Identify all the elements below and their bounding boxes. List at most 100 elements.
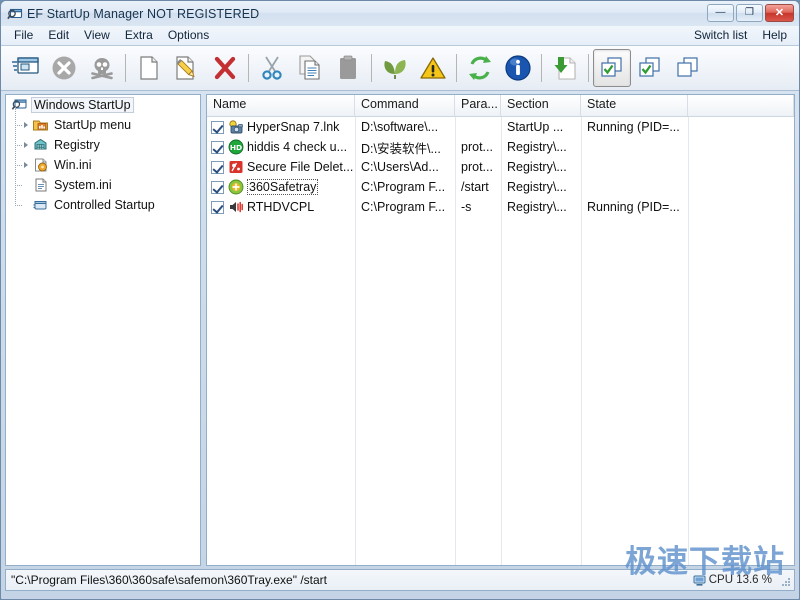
cell-name[interactable]: RTHDVCPL: [207, 197, 355, 217]
column-header-name[interactable]: Name: [207, 95, 355, 116]
status-bar: "C:\Program Files\360\360safe\safemon\36…: [5, 569, 795, 591]
cell-section: StartUp ...: [501, 117, 581, 137]
open-startup-list-icon[interactable]: [7, 49, 45, 87]
column-divider: [581, 117, 582, 565]
cell-state: Running (PID=...: [581, 117, 688, 137]
menu-item-view[interactable]: View: [77, 27, 118, 44]
copy-icon[interactable]: [291, 49, 329, 87]
column-header-section[interactable]: Section: [501, 95, 581, 116]
cell-filler: [688, 137, 794, 157]
select-all-checked-icon[interactable]: [593, 49, 631, 87]
registry-icon: [32, 137, 49, 153]
hiddis-hd-icon: HD: [228, 139, 244, 155]
new-entry-icon[interactable]: [130, 49, 168, 87]
skull-remove-icon[interactable]: [83, 49, 121, 87]
delete-entry-icon[interactable]: [206, 49, 244, 87]
secure-file-delete-icon: [228, 159, 244, 175]
tree-guide-line: [15, 185, 22, 186]
win-ini-icon: [32, 157, 49, 173]
cell-section: Registry\...: [501, 197, 581, 217]
main-content: Windows StartUp: [1, 91, 799, 566]
column-header-parameters[interactable]: Para...: [455, 95, 501, 116]
maximize-icon: ❐: [745, 8, 754, 18]
column-header-state[interactable]: State: [581, 95, 688, 116]
startup-tree-panel[interactable]: Windows StartUp: [5, 94, 201, 566]
status-command-text: "C:\Program Files\360\360safe\safemon\36…: [6, 573, 693, 587]
warning-icon[interactable]: [414, 49, 452, 87]
leaf-icon[interactable]: [376, 49, 414, 87]
tree-guide-line: [15, 145, 22, 146]
toolbar-separator-2: [248, 54, 249, 82]
toolbar-separator-4: [456, 54, 457, 82]
cell-filler: [688, 157, 794, 177]
row-checkbox[interactable]: [211, 181, 224, 194]
show-disabled-icon[interactable]: [669, 49, 707, 87]
column-header-command[interactable]: Command: [355, 95, 455, 116]
tree-node-system-ini[interactable]: System.ini: [6, 175, 200, 195]
maximize-button[interactable]: ❐: [736, 4, 763, 22]
cell-filler: [688, 197, 794, 217]
cell-filler: [688, 117, 794, 137]
column-header-filler[interactable]: [688, 95, 794, 116]
row-checkbox[interactable]: [211, 141, 224, 154]
tree-node-label: Win.ini: [52, 158, 94, 172]
menu-item-options[interactable]: Options: [161, 27, 217, 44]
info-icon[interactable]: [499, 49, 537, 87]
cell-state: [581, 177, 688, 197]
cell-state: Running (PID=...: [581, 197, 688, 217]
cell-name[interactable]: 360Safetray: [207, 177, 355, 197]
minimize-button[interactable]: —: [707, 4, 734, 22]
row-checkbox[interactable]: [211, 201, 224, 214]
column-divider: [688, 117, 689, 565]
tree-node-controlled-startup[interactable]: Controlled Startup: [6, 195, 200, 215]
row-checkbox[interactable]: [211, 121, 224, 134]
tree-node-registry[interactable]: Registry: [6, 135, 200, 155]
startup-menu-folder-icon: [32, 117, 49, 133]
cell-parameters: -s: [455, 197, 501, 217]
disable-entry-icon[interactable]: [45, 49, 83, 87]
toolbar-separator-3: [371, 54, 372, 82]
cell-name[interactable]: Secure File Delet...: [207, 157, 355, 177]
refresh-icon[interactable]: [461, 49, 499, 87]
row-checkbox[interactable]: [211, 161, 224, 174]
menu-item-file[interactable]: File: [7, 27, 41, 44]
cell-name[interactable]: HyperSnap 7.lnk: [207, 117, 355, 137]
app-magnifier-window-icon: [7, 6, 23, 22]
cell-name-text: Secure File Delet...: [247, 160, 353, 174]
tree-guide-line: [15, 205, 22, 206]
tree-node-startup-menu[interactable]: StartUp menu: [6, 115, 200, 135]
tree-guide-line: [15, 165, 22, 166]
menu-item-switch-list[interactable]: Switch list: [687, 27, 755, 44]
controlled-startup-icon: [32, 197, 49, 213]
tree-node-windows-startup[interactable]: Windows StartUp: [6, 95, 200, 115]
cell-parameters: [455, 117, 501, 137]
startup-entries-list[interactable]: Name Command Para... Section State: [206, 94, 795, 566]
cell-command: D:\安装软件\...: [355, 137, 455, 157]
menu-item-help[interactable]: Help: [755, 27, 795, 44]
tree-guide-line: [15, 125, 22, 126]
column-divider: [355, 117, 356, 565]
svg-text:HD: HD: [230, 143, 242, 152]
cut-icon[interactable]: [253, 49, 291, 87]
cell-parameters: /start: [455, 177, 501, 197]
menu-item-extra[interactable]: Extra: [118, 27, 161, 44]
cell-parameters: prot...: [455, 157, 501, 177]
export-download-icon[interactable]: [546, 49, 584, 87]
resize-grip-icon[interactable]: [779, 576, 791, 588]
application-window: EF StartUp Manager NOT REGISTERED — ❐ ✕ …: [0, 0, 800, 600]
cpu-usage-label: CPU 13.6 %: [709, 574, 772, 586]
paste-icon[interactable]: [329, 49, 367, 87]
column-divider: [501, 117, 502, 565]
close-button[interactable]: ✕: [765, 4, 794, 22]
cell-command: C:\Program F...: [355, 177, 455, 197]
list-rows-container[interactable]: HyperSnap 7.lnk D:\software\... StartUp …: [207, 117, 794, 565]
tree-node-win-ini[interactable]: Win.ini: [6, 155, 200, 175]
tree-node-label: System.ini: [52, 178, 114, 192]
menu-item-edit[interactable]: Edit: [41, 27, 77, 44]
show-enabled-icon[interactable]: [631, 49, 669, 87]
tree-node-label: Registry: [52, 138, 102, 152]
title-bar[interactable]: EF StartUp Manager NOT REGISTERED — ❐ ✕: [1, 1, 799, 26]
cell-name[interactable]: HD hiddis 4 check u...: [207, 137, 355, 157]
edit-entry-icon[interactable]: [168, 49, 206, 87]
cell-command: D:\software\...: [355, 117, 455, 137]
